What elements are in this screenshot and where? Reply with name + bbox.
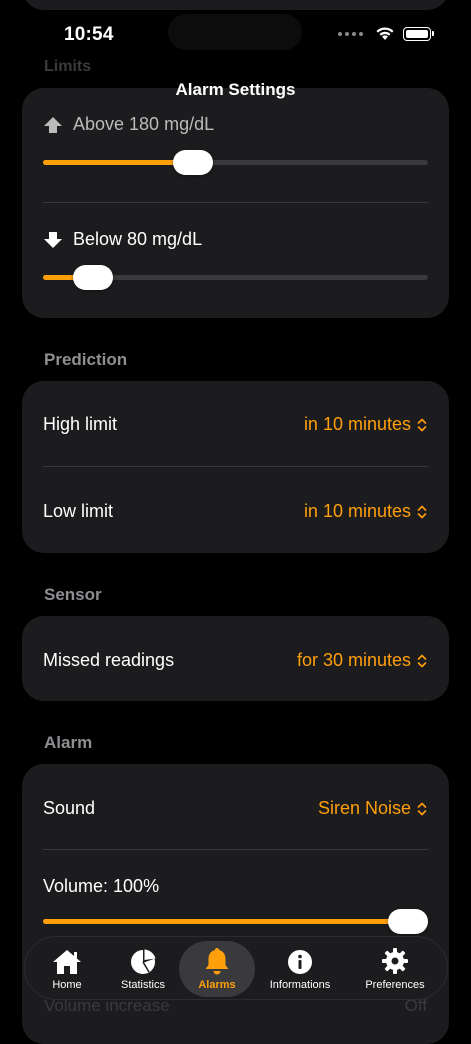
volume-label: Volume: 100% bbox=[43, 876, 160, 896]
low-limit-label: Low limit bbox=[43, 501, 114, 521]
missed-readings-row[interactable]: Missed readings for 30 minutes bbox=[22, 616, 449, 701]
sensor-section-header: Sensor bbox=[44, 585, 102, 604]
divider bbox=[43, 849, 428, 850]
prediction-card: High limit in 10 minutes Low limit in 10… bbox=[22, 381, 449, 553]
tab-alarms-label: Alarms bbox=[198, 979, 236, 991]
status-bar: 10:54 bbox=[0, 0, 471, 70]
volume-slider-thumb[interactable] bbox=[388, 909, 428, 934]
sound-value: Siren Noise bbox=[317, 798, 411, 818]
info-icon bbox=[288, 950, 312, 974]
low-limit-value: in 10 minutes bbox=[303, 501, 411, 521]
high-limit-row[interactable]: High limit in 10 minutes bbox=[22, 381, 449, 467]
high-limit-picker[interactable]: in 10 minutes bbox=[304, 414, 427, 435]
tab-bar: Home Statistics Alarms Informations Pref… bbox=[24, 936, 448, 1000]
cellular-icon bbox=[338, 31, 363, 36]
divider bbox=[43, 202, 428, 203]
below-limit-row: Below 80 mg/dL bbox=[43, 229, 202, 250]
chevron-up-down-icon bbox=[417, 418, 427, 431]
tab-statistics[interactable]: Statistics bbox=[105, 941, 181, 997]
chevron-up-down-icon bbox=[417, 654, 427, 667]
battery-icon bbox=[403, 26, 434, 41]
volume-slider[interactable] bbox=[43, 909, 428, 934]
tab-home-label: Home bbox=[52, 979, 82, 991]
low-limit-row[interactable]: Low limit in 10 minutes bbox=[22, 467, 449, 553]
tab-informations-label: Informations bbox=[269, 979, 331, 991]
house-icon bbox=[53, 950, 81, 974]
sound-row[interactable]: Sound Siren Noise bbox=[22, 764, 449, 850]
limits-card: Above 180 mg/dL Below 80 mg/dL bbox=[22, 88, 449, 318]
below-limit-label: Below 80 mg/dL bbox=[73, 229, 203, 249]
below-limit-slider-thumb[interactable] bbox=[73, 265, 114, 290]
volume-slider-fill bbox=[43, 919, 408, 924]
arrow-down-icon bbox=[44, 231, 62, 248]
sound-label: Sound bbox=[43, 798, 96, 818]
above-limit-label: Above 180 mg/dL bbox=[73, 114, 215, 134]
missed-readings-value: for 30 minutes bbox=[296, 650, 411, 670]
bell-icon bbox=[205, 948, 229, 975]
tab-preferences-label: Preferences bbox=[365, 979, 425, 991]
gear-icon bbox=[382, 948, 408, 974]
tab-preferences[interactable]: Preferences bbox=[357, 941, 433, 997]
prediction-section-header: Prediction bbox=[44, 350, 128, 369]
tab-home[interactable]: Home bbox=[29, 941, 105, 997]
tab-alarms[interactable]: Alarms bbox=[179, 941, 255, 997]
alarm-section-header: Alarm bbox=[44, 733, 93, 752]
page-title: Alarm Settings bbox=[175, 80, 296, 99]
missed-readings-label: Missed readings bbox=[43, 650, 175, 670]
chevron-up-down-icon bbox=[417, 802, 427, 815]
above-limit-slider-fill bbox=[43, 160, 194, 165]
sensor-card: Missed readings for 30 minutes bbox=[22, 616, 449, 701]
wifi-icon bbox=[376, 27, 394, 40]
low-limit-picker[interactable]: in 10 minutes bbox=[304, 501, 427, 522]
tab-informations[interactable]: Informations bbox=[262, 941, 338, 997]
high-limit-label: High limit bbox=[43, 414, 118, 434]
status-time: 10:54 bbox=[64, 24, 114, 45]
sound-picker[interactable]: Siren Noise bbox=[318, 798, 427, 819]
above-limit-row: Above 180 mg/dL bbox=[43, 114, 214, 135]
above-limit-slider[interactable] bbox=[43, 150, 428, 175]
arrow-up-icon bbox=[44, 116, 62, 133]
above-limit-slider-thumb[interactable] bbox=[173, 150, 214, 175]
pie-chart-icon bbox=[131, 949, 156, 974]
missed-readings-picker[interactable]: for 30 minutes bbox=[297, 650, 427, 671]
high-limit-value: in 10 minutes bbox=[303, 414, 411, 434]
tab-statistics-label: Statistics bbox=[120, 979, 165, 991]
status-icons bbox=[338, 26, 434, 41]
dynamic-island bbox=[168, 14, 302, 50]
chevron-up-down-icon bbox=[417, 505, 427, 518]
below-limit-slider[interactable] bbox=[43, 265, 428, 290]
